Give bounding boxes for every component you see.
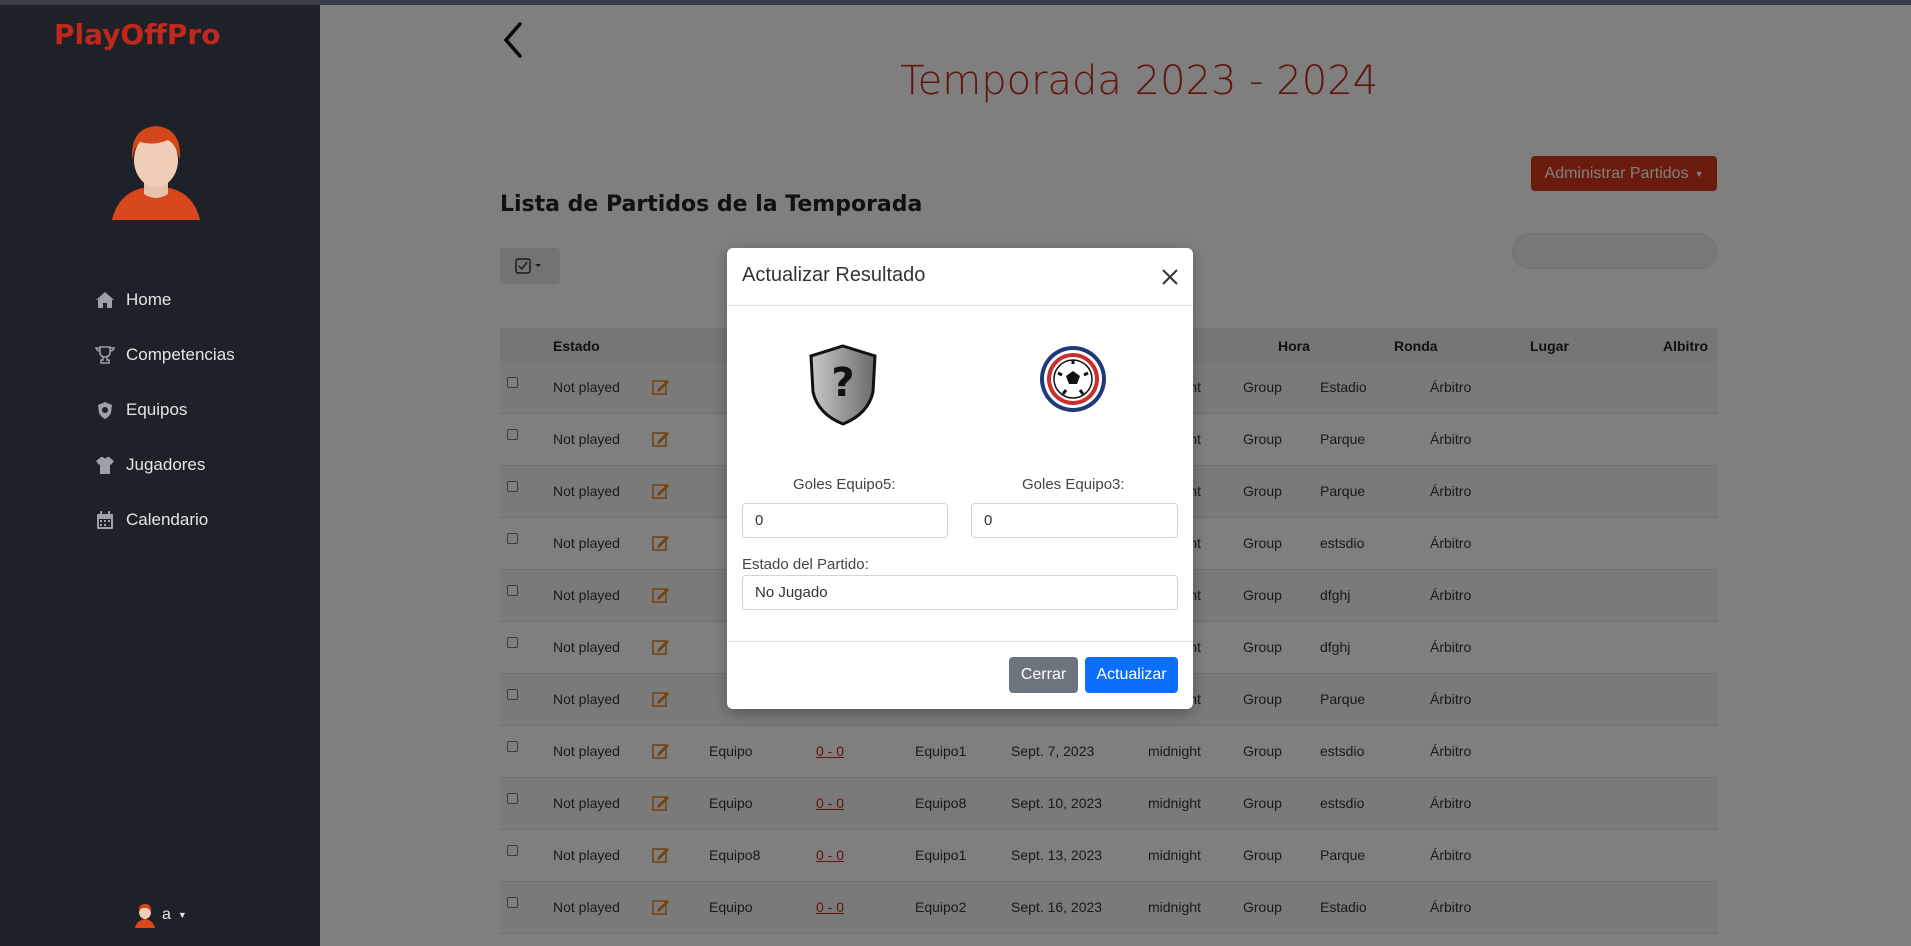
sidebar-item-home[interactable]: Home xyxy=(94,272,235,327)
user-avatar xyxy=(112,126,200,220)
team-badge-icon xyxy=(94,399,116,421)
modal-footer: Cerrar Actualizar xyxy=(727,641,1193,709)
jersey-icon xyxy=(94,454,116,476)
close-icon[interactable] xyxy=(1161,268,1179,286)
sidebar-item-label: Home xyxy=(126,289,172,309)
away-goals-input[interactable]: 0 xyxy=(971,503,1178,538)
away-goals-label: Goles Equipo3: xyxy=(1022,476,1125,493)
home-goals-label: Goles Equipo5: xyxy=(793,476,896,493)
update-button[interactable]: Actualizar xyxy=(1085,657,1178,693)
match-status-label: Estado del Partido: xyxy=(742,556,869,573)
update-result-modal: Actualizar Resultado ? Goles Equipo5: Go… xyxy=(727,248,1193,709)
trophy-icon xyxy=(94,344,116,366)
user-avatar-small xyxy=(135,904,155,928)
home-goals-input[interactable]: 0 xyxy=(742,503,948,538)
chevron-down-icon: ▼ xyxy=(177,910,187,920)
user-menu[interactable]: a ▼ xyxy=(134,902,187,928)
sidebar-item-label: Jugadores xyxy=(126,454,206,474)
close-button[interactable]: Cerrar xyxy=(1009,657,1078,693)
unknown-team-shield-icon: ? xyxy=(809,344,877,426)
match-status-select[interactable]: No Jugado xyxy=(742,575,1178,610)
user-name: a xyxy=(162,906,171,923)
modal-header: Actualizar Resultado xyxy=(727,248,1193,306)
sidebar-item-competencias[interactable]: Competencias xyxy=(94,327,235,382)
sidebar: PlayOffPro Home Competencias Equipos Jug… xyxy=(0,0,320,946)
home-icon xyxy=(94,289,116,311)
svg-text:?: ? xyxy=(831,360,854,406)
sidebar-item-equipos[interactable]: Equipos xyxy=(94,382,235,437)
sidebar-nav: Home Competencias Equipos Jugadores Cale… xyxy=(94,272,235,547)
modal-title: Actualizar Resultado xyxy=(742,264,926,286)
sidebar-item-label: Equipos xyxy=(126,399,188,419)
calendar-icon xyxy=(94,509,116,531)
sidebar-item-jugadores[interactable]: Jugadores xyxy=(94,437,235,492)
sidebar-item-label: Competencias xyxy=(126,344,235,364)
team-logo-icon xyxy=(1040,346,1106,412)
sidebar-item-calendario[interactable]: Calendario xyxy=(94,492,235,547)
sidebar-item-label: Calendario xyxy=(126,509,209,529)
window-top-bar xyxy=(0,0,1911,5)
brand-logo[interactable]: PlayOffPro xyxy=(54,18,220,51)
